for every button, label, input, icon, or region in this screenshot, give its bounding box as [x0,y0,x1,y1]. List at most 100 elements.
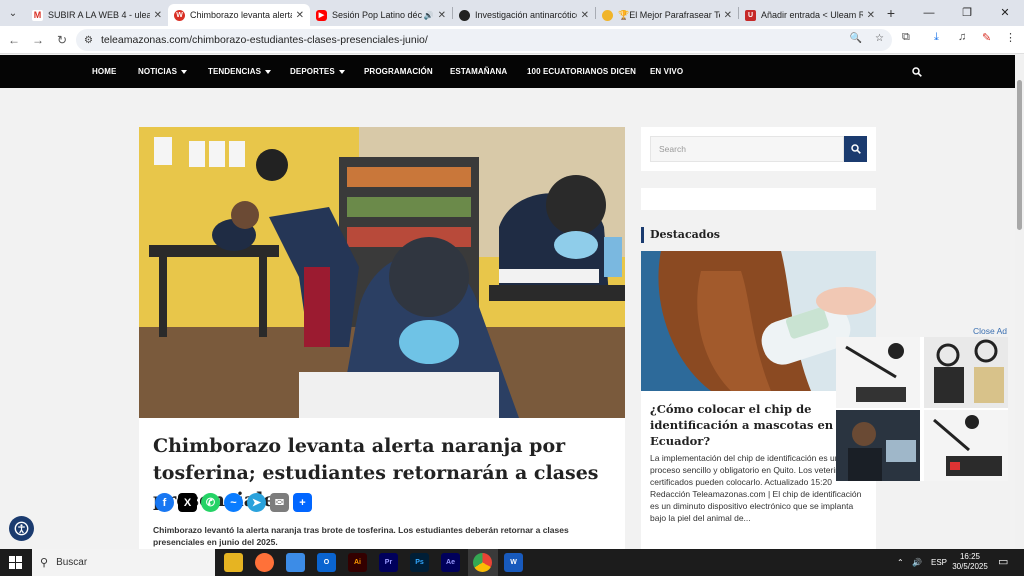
site-icon [602,9,613,21]
close-window-icon[interactable]: ✕ [986,0,1024,26]
chevron-up-icon[interactable]: ⌃ [897,549,904,576]
chrome-icon[interactable] [473,553,492,572]
close-tab-icon[interactable]: ✕ [867,10,875,21]
tab-parafrasear[interactable]: 🏆El Mejor Parafrasear Texto ✕ [596,4,738,26]
advertisement[interactable] [836,337,1008,481]
menu-kebab-icon[interactable]: ⋮ [1005,31,1016,44]
windows-start-icon[interactable] [9,556,22,569]
nav-label: HOME [92,67,117,76]
share-icon[interactable]: + [293,493,312,512]
tab-uleam-radio[interactable]: U Añadir entrada < Uleam Radio ✕ [739,4,881,26]
chevron-down-icon [265,69,272,74]
new-tab-button[interactable]: + [881,5,901,21]
notifications-icon[interactable]: ▭ [998,549,1008,576]
nav-noticias[interactable]: NOTICIAS [138,55,188,88]
minimize-icon[interactable]: — [910,0,948,26]
nav-estamanana[interactable]: ESTAMAÑANA [450,55,507,88]
bookmark-star-icon[interactable]: ☆ [875,33,884,44]
whatsapp-icon[interactable]: ✆ [201,493,220,512]
illustrator-icon[interactable]: Ai [348,553,367,572]
tab-title: Sesión Pop Latino década [332,10,422,20]
tab-title: Añadir entrada < Uleam Radio [761,10,863,20]
word-icon[interactable]: W [504,553,523,572]
url-text: teleamazonas.com/chimborazo-estudiantes-… [100,34,428,46]
ad-image [836,337,920,408]
telegram-icon[interactable]: ➤ [247,493,266,512]
nav-label: TENDENCIAS [208,67,262,76]
browser-tab-strip: ⌄ M SUBIR A LA WEB 4 - uleamradio ✕ W Ch… [0,0,1024,26]
store-icon[interactable] [286,553,305,572]
tab-teleamazonas[interactable]: W Chimborazo levanta alerta naranja ✕ [168,4,310,26]
chevron-down-icon [338,69,345,74]
photoshop-icon[interactable]: Ps [410,553,429,572]
search-icon: ⚲ [40,557,49,569]
close-tab-icon[interactable]: ✕ [438,10,446,21]
tab-title: SUBIR A LA WEB 4 - uleamradio [48,10,150,20]
audio-playing-icon[interactable]: 🔊 [424,11,434,20]
search-button[interactable] [844,136,867,162]
media-controls-icon[interactable]: ♫ [958,31,966,43]
search-icon[interactable] [912,67,922,77]
scrollbar-thumb[interactable] [1017,80,1022,230]
tab-title: 🏆El Mejor Parafrasear Texto [618,9,720,20]
close-tab-icon[interactable]: ✕ [724,10,732,21]
firefox-icon[interactable] [255,553,274,572]
tab-search-chevron-icon[interactable]: ⌄ [0,0,26,26]
clock-time: 16:25 [959,552,981,561]
back-icon[interactable]: ← [2,33,26,47]
email-icon[interactable]: ✉ [270,493,289,512]
nav-label: NOTICIAS [138,67,178,76]
browser-toolbar: ← → ↻ ⚙ teleamazonas.com/chimborazo-estu… [0,26,1024,54]
wp-icon: U [745,9,756,21]
tab-investigacion[interactable]: Investigación antinarcóticos ✕ [453,4,595,26]
tab-title: Chimborazo levanta alerta naranja [190,10,292,20]
download-icon[interactable]: ⤓ [934,31,939,44]
teleamazonas-icon: W [174,9,185,21]
close-tab-icon[interactable]: ✕ [581,10,589,21]
search-input[interactable] [650,136,844,162]
nav-en-vivo[interactable]: EN VIVO [650,55,683,88]
window-controls: — ❐ ✕ [910,0,1024,26]
clock-date: 30/5/2025 [952,562,988,571]
nav-tendencias[interactable]: TENDENCIAS [208,55,272,88]
windows-taskbar: ⚲ Buscar O Ai Pr Ps Ae W ⌃ 🔊 ESP 16:25 3… [0,549,1024,576]
article-lede: Chimborazo levantó la alerta naranja tra… [153,525,569,547]
ad-image [924,337,1008,408]
accessibility-button[interactable] [9,516,34,541]
facebook-icon[interactable]: f [155,493,174,512]
premiere-icon[interactable]: Pr [379,553,398,572]
page-scrollbar[interactable] [1015,55,1024,549]
restore-icon[interactable]: ❐ [948,0,986,26]
nav-label: DEPORTES [290,67,335,76]
extension-icon[interactable]: ✎ [982,31,991,44]
close-ad-link[interactable]: Close Ad [973,326,1007,336]
x-icon[interactable]: X [178,493,197,512]
forward-icon[interactable]: → [26,33,50,47]
tab-youtube[interactable]: ▶ Sesión Pop Latino década 🔊 ✕ [310,4,452,26]
taskbar-search[interactable]: ⚲ Buscar [32,549,215,576]
search-icon [850,144,861,154]
tab-gmail[interactable]: M SUBIR A LA WEB 4 - uleamradio ✕ [26,4,168,26]
article-hero-image [139,127,625,418]
nav-home[interactable]: HOME [92,55,116,88]
extensions-icon[interactable]: ⧉ [902,31,910,44]
messenger-icon[interactable]: ~ [224,493,243,512]
reload-icon[interactable]: ↻ [50,33,74,47]
ad-image [924,410,1008,481]
nav-100-ecuatorianos[interactable]: 100 ECUATORIANOS DICEN [527,55,636,88]
ad-image [836,410,920,481]
section-title-destacados: Destacados [641,227,720,243]
accessibility-icon [14,521,29,536]
close-tab-icon[interactable]: ✕ [296,10,304,21]
file-explorer-icon[interactable] [224,553,243,572]
nav-programacion[interactable]: PROGRAMACIÓN [364,55,433,88]
outlook-icon[interactable]: O [317,553,336,572]
after-effects-icon[interactable]: Ae [441,553,460,572]
zoom-icon[interactable]: 🔍 [850,33,862,44]
nav-deportes[interactable]: DEPORTES [290,55,345,88]
speaker-icon[interactable]: 🔊 [912,549,922,576]
taskbar-clock[interactable]: 16:25 30/5/2025 [945,552,995,572]
site-info-icon[interactable]: ⚙ [84,35,93,46]
close-tab-icon[interactable]: ✕ [154,10,162,21]
address-bar[interactable]: ⚙ teleamazonas.com/chimborazo-estudiante… [76,29,892,51]
